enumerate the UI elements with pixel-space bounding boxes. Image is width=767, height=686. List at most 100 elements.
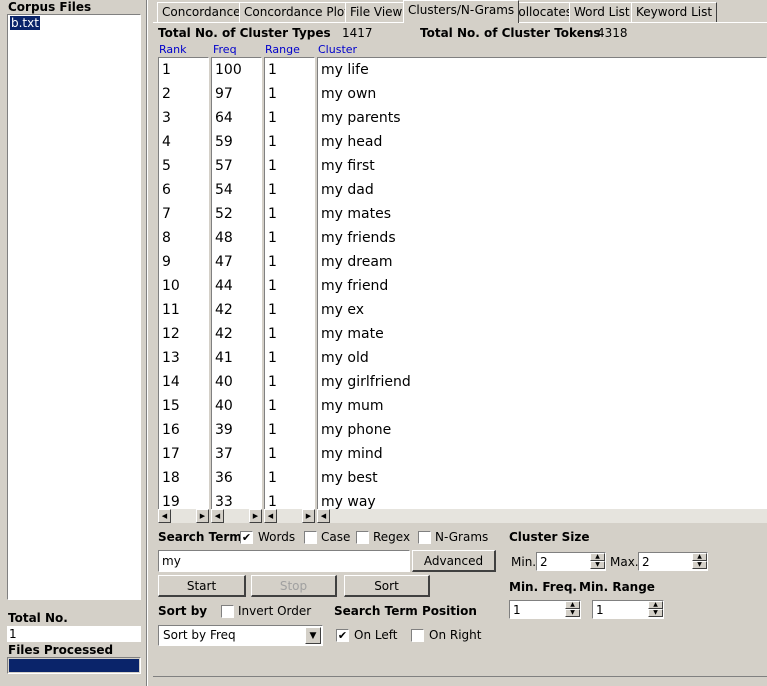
- cluster-cell[interactable]: my first: [318, 154, 766, 178]
- tab-concordance[interactable]: Concordance: [157, 2, 246, 22]
- sort-by-select[interactable]: Sort by Freq ▼: [158, 625, 323, 646]
- cluster-cell[interactable]: my ex: [318, 298, 766, 322]
- hscroll-range[interactable]: ◀ ▶: [264, 509, 315, 523]
- start-button[interactable]: Start: [158, 575, 246, 597]
- rank-cell[interactable]: 7: [159, 202, 208, 226]
- words-checkbox[interactable]: ✔: [240, 531, 253, 544]
- range-cell[interactable]: 1: [265, 274, 314, 298]
- rank-cell[interactable]: 1: [159, 58, 208, 82]
- min-freq-spinner[interactable]: 1 ▲ ▼: [509, 600, 581, 619]
- freq-cell[interactable]: 40: [212, 394, 261, 418]
- range-cell[interactable]: 1: [265, 370, 314, 394]
- freq-cell[interactable]: 44: [212, 274, 261, 298]
- spin-up-icon[interactable]: ▲: [565, 601, 580, 609]
- freq-cell[interactable]: 36: [212, 466, 261, 490]
- cluster-cell[interactable]: my phone: [318, 418, 766, 442]
- cluster-cell[interactable]: my mates: [318, 202, 766, 226]
- range-cell[interactable]: 1: [265, 226, 314, 250]
- scroll-left-icon[interactable]: ◀: [211, 509, 224, 523]
- spin-down-icon[interactable]: ▼: [692, 561, 707, 569]
- tab-clusters-n-grams[interactable]: Clusters/N-Grams: [403, 0, 520, 23]
- freq-cell[interactable]: 47: [212, 250, 261, 274]
- range-cell[interactable]: 1: [265, 298, 314, 322]
- freq-cell[interactable]: 97: [212, 82, 261, 106]
- chevron-down-icon[interactable]: ▼: [305, 627, 321, 644]
- freq-cell[interactable]: 48: [212, 226, 261, 250]
- on-right-checkbox[interactable]: [411, 629, 424, 642]
- column-cluster[interactable]: my life my own my parents my head my first my…: [317, 57, 767, 510]
- scroll-left-icon[interactable]: ◀: [158, 509, 171, 523]
- rank-cell[interactable]: 9: [159, 250, 208, 274]
- column-freq[interactable]: 100 97 64 59 57 54 52 48 47 44 42 42 41 40 40 39 37 36 33: [211, 57, 262, 510]
- rank-cell[interactable]: 19: [159, 490, 208, 509]
- cluster-cell[interactable]: my dad: [318, 178, 766, 202]
- freq-cell[interactable]: 59: [212, 130, 261, 154]
- max-size-spinner[interactable]: 2 ▲ ▼: [638, 552, 708, 571]
- spin-up-icon[interactable]: ▲: [692, 553, 707, 561]
- column-rank[interactable]: 1 2 3 4 5 6 7 8 9 10 11 12 13 14 15 16 17 18 19: [158, 57, 209, 510]
- rank-cell[interactable]: 2: [159, 82, 208, 106]
- rank-cell[interactable]: 10: [159, 274, 208, 298]
- invert-order-checkbox[interactable]: [221, 605, 234, 618]
- cluster-cell[interactable]: my life: [318, 58, 766, 82]
- min-size-spinner[interactable]: 2 ▲ ▼: [536, 552, 606, 571]
- rank-cell[interactable]: 18: [159, 466, 208, 490]
- cluster-cell[interactable]: my mate: [318, 322, 766, 346]
- freq-cell[interactable]: 54: [212, 178, 261, 202]
- freq-cell[interactable]: 39: [212, 418, 261, 442]
- range-cell[interactable]: 1: [265, 442, 314, 466]
- regex-checkbox[interactable]: [356, 531, 369, 544]
- freq-cell[interactable]: 37: [212, 442, 261, 466]
- cluster-cell[interactable]: my way: [318, 490, 766, 509]
- corpus-file-item[interactable]: b.txt: [9, 15, 41, 31]
- spin-down-icon[interactable]: ▼: [590, 561, 605, 569]
- col-header-rank[interactable]: Rank: [159, 43, 186, 56]
- cluster-cell[interactable]: my parents: [318, 106, 766, 130]
- rank-cell[interactable]: 14: [159, 370, 208, 394]
- scroll-right-icon[interactable]: ▶: [249, 509, 262, 523]
- freq-cell[interactable]: 64: [212, 106, 261, 130]
- spin-up-icon[interactable]: ▲: [648, 601, 663, 609]
- scroll-right-icon[interactable]: ▶: [196, 509, 209, 523]
- freq-cell[interactable]: 40: [212, 370, 261, 394]
- rank-cell[interactable]: 17: [159, 442, 208, 466]
- range-cell[interactable]: 1: [265, 418, 314, 442]
- freq-cell[interactable]: 41: [212, 346, 261, 370]
- freq-cell[interactable]: 42: [212, 322, 261, 346]
- hscroll-freq[interactable]: ◀ ▶: [211, 509, 262, 523]
- cluster-cell[interactable]: my own: [318, 82, 766, 106]
- col-header-cluster[interactable]: Cluster: [318, 43, 357, 56]
- tab-file-view[interactable]: File View: [345, 2, 408, 22]
- range-cell[interactable]: 1: [265, 394, 314, 418]
- hscroll-cluster[interactable]: ◀: [317, 509, 767, 523]
- case-checkbox[interactable]: [304, 531, 317, 544]
- range-cell[interactable]: 1: [265, 322, 314, 346]
- scroll-left-icon[interactable]: ◀: [264, 509, 277, 523]
- corpus-files-list[interactable]: b.txt: [7, 14, 141, 600]
- range-cell[interactable]: 1: [265, 82, 314, 106]
- rank-cell[interactable]: 8: [159, 226, 208, 250]
- freq-cell[interactable]: 57: [212, 154, 261, 178]
- ngrams-checkbox[interactable]: [418, 531, 431, 544]
- col-header-range[interactable]: Range: [265, 43, 300, 56]
- cluster-cell[interactable]: my old: [318, 346, 766, 370]
- freq-cell[interactable]: 100: [212, 58, 261, 82]
- advanced-button[interactable]: Advanced: [412, 550, 496, 572]
- range-cell[interactable]: 1: [265, 178, 314, 202]
- cluster-cell[interactable]: my friends: [318, 226, 766, 250]
- stop-button[interactable]: Stop: [251, 575, 337, 597]
- rank-cell[interactable]: 16: [159, 418, 208, 442]
- spin-down-icon[interactable]: ▼: [648, 609, 663, 617]
- freq-cell[interactable]: 33: [212, 490, 261, 509]
- rank-cell[interactable]: 11: [159, 298, 208, 322]
- spin-down-icon[interactable]: ▼: [565, 609, 580, 617]
- tab-keyword-list[interactable]: Keyword List: [631, 2, 718, 22]
- rank-cell[interactable]: 3: [159, 106, 208, 130]
- splitter[interactable]: [146, 0, 148, 686]
- rank-cell[interactable]: 5: [159, 154, 208, 178]
- range-cell[interactable]: 1: [265, 250, 314, 274]
- freq-cell[interactable]: 52: [212, 202, 261, 226]
- cluster-cell[interactable]: my girlfriend: [318, 370, 766, 394]
- cluster-cell[interactable]: my friend: [318, 274, 766, 298]
- on-left-checkbox[interactable]: ✔: [336, 629, 349, 642]
